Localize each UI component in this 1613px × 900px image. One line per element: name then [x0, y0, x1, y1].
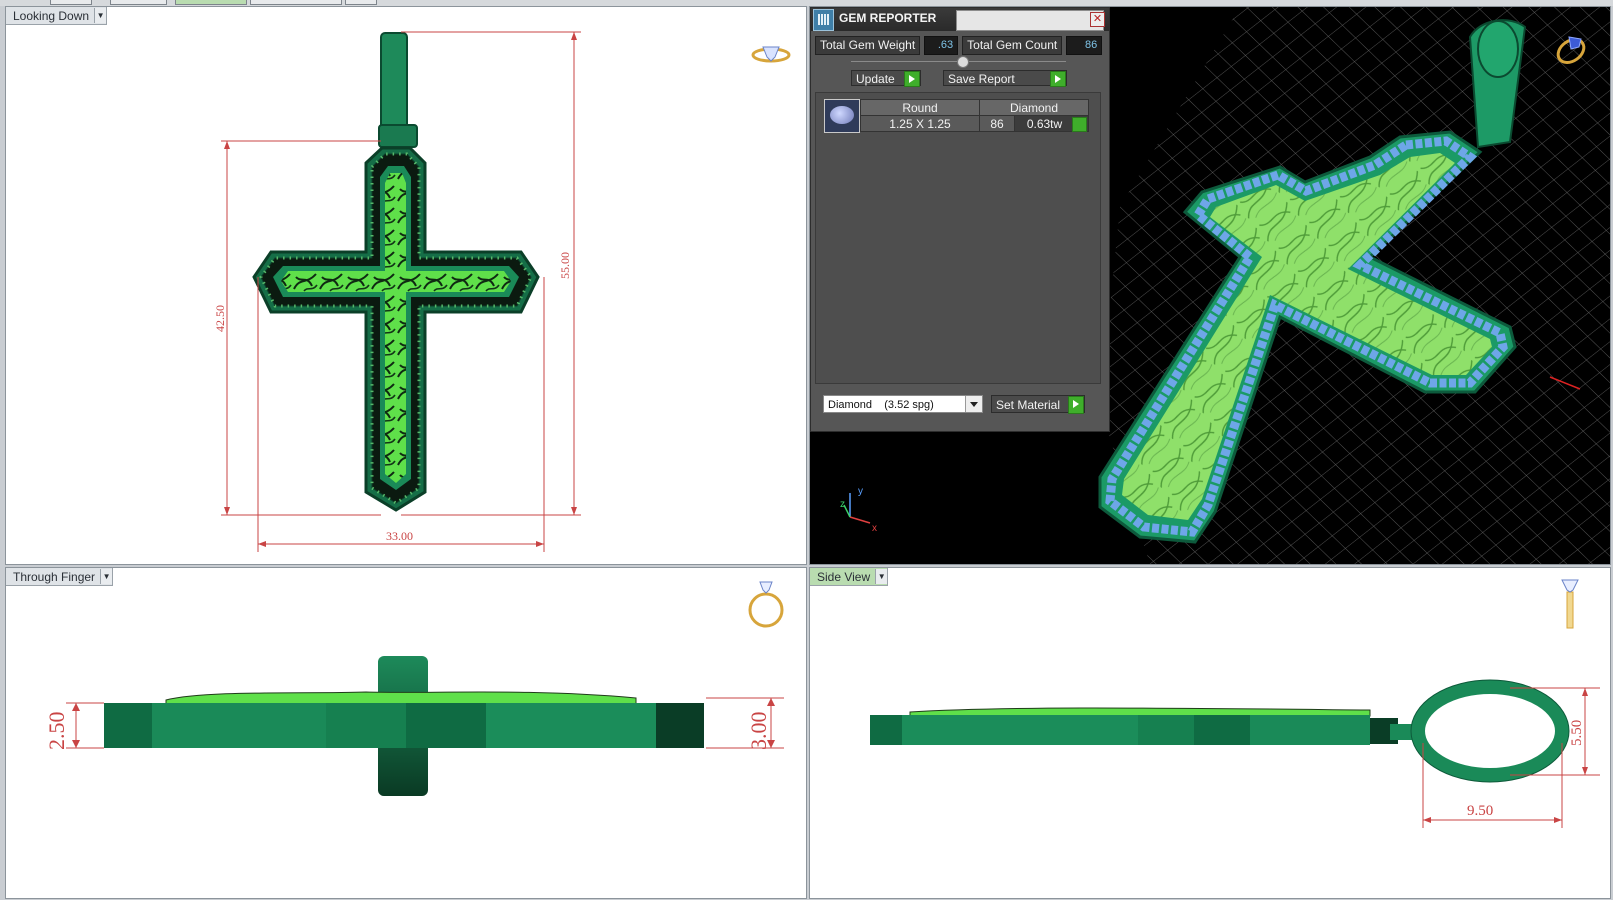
engraving — [281, 173, 511, 483]
view-orientation-ring-icon[interactable] — [748, 581, 784, 628]
slider-knob[interactable] — [957, 56, 969, 68]
dimension-label: 9.50 — [1467, 803, 1493, 819]
gem-reporter-panel[interactable]: GEM REPORTER ✕ Total Gem Weight .63 Tota… — [810, 7, 1110, 432]
gem-table: Round Diamond 1.25 X 1.25 86 0.63tw — [860, 99, 1089, 132]
svg-text:y: y — [858, 486, 863, 497]
dimension-label: 42.50 — [213, 305, 227, 332]
play-arrow-icon — [904, 71, 920, 87]
update-button[interactable]: Update — [851, 70, 921, 87]
dimension-label: 33.00 — [386, 529, 413, 543]
gem-shape-cell: Round — [860, 99, 980, 116]
tab[interactable] — [50, 0, 92, 5]
close-icon[interactable]: ✕ — [1090, 12, 1105, 27]
total-gem-count-label: Total Gem Count — [962, 36, 1063, 55]
tab[interactable] — [345, 0, 377, 5]
dimension-label: 2.50 — [44, 712, 69, 751]
bail-ring — [1411, 680, 1569, 782]
gem-reporter-logo-icon — [813, 9, 834, 31]
total-gem-weight-value: .63 — [924, 36, 959, 55]
play-arrow-icon — [1050, 71, 1066, 87]
play-arrow-icon[interactable] — [1072, 117, 1087, 132]
total-gem-weight-label: Total Gem Weight — [815, 36, 921, 55]
round-gem-icon — [824, 99, 860, 133]
play-arrow-icon — [1068, 396, 1084, 414]
viewport-looking-down[interactable]: Looking Down ▼ 55.00 42.50 33.00 — [5, 6, 807, 565]
axis-indicator: y x z — [840, 486, 877, 534]
svg-text:z: z — [840, 499, 845, 510]
cross-profile — [870, 715, 1420, 745]
view-orientation-ring-icon[interactable] — [751, 46, 791, 63]
tab[interactable] — [110, 0, 167, 5]
dimension-label: 3.00 — [746, 712, 771, 751]
cross-top-view: 55.00 42.50 33.00 — [213, 31, 791, 552]
dimension-label: 5.50 — [1569, 720, 1585, 746]
save-report-button[interactable]: Save Report — [943, 70, 1067, 87]
material-select[interactable]: Diamond (3.52 spg) — [823, 395, 983, 413]
total-gem-count-value: 86 — [1066, 36, 1103, 55]
tab[interactable] — [250, 0, 342, 5]
detail-slider[interactable] — [851, 56, 1066, 68]
gem-reporter-title: GEM REPORTER — [839, 11, 937, 25]
dimension-label: 55.00 — [558, 252, 572, 279]
tab[interactable] — [175, 0, 247, 5]
set-material-button[interactable]: Set Material — [991, 395, 1085, 414]
svg-text:x: x — [872, 523, 877, 534]
viewport-side-view[interactable]: Side View ▼ 5.50 9.50 — [809, 567, 1611, 899]
cross-front-view: 2.50 3.00 — [44, 581, 784, 796]
gem-weight-cell[interactable]: 0.63tw — [1014, 115, 1089, 132]
gem-material-cell: Diamond — [979, 99, 1089, 116]
gem-list: Round Diamond 1.25 X 1.25 86 0.63tw — [815, 92, 1101, 384]
view-orientation-ring-icon[interactable] — [1561, 579, 1579, 629]
cross-profile — [104, 703, 704, 748]
gem-size-cell: 1.25 X 1.25 — [860, 115, 980, 132]
gem-totals: Total Gem Weight .63 Total Gem Count 86 — [815, 36, 1103, 55]
chevron-down-icon[interactable] — [965, 396, 982, 412]
viewport-through-finger[interactable]: Through Finger ▼ 2.50 3.00 — [5, 567, 807, 899]
cross-side-view: 5.50 9.50 — [870, 579, 1600, 828]
bail — [380, 32, 408, 134]
gem-count-cell: 86 — [979, 115, 1015, 132]
gem-reporter-titlebar[interactable]: GEM REPORTER ✕ — [811, 8, 1109, 31]
table-row[interactable]: 1.25 X 1.25 86 0.63tw — [860, 115, 1089, 132]
